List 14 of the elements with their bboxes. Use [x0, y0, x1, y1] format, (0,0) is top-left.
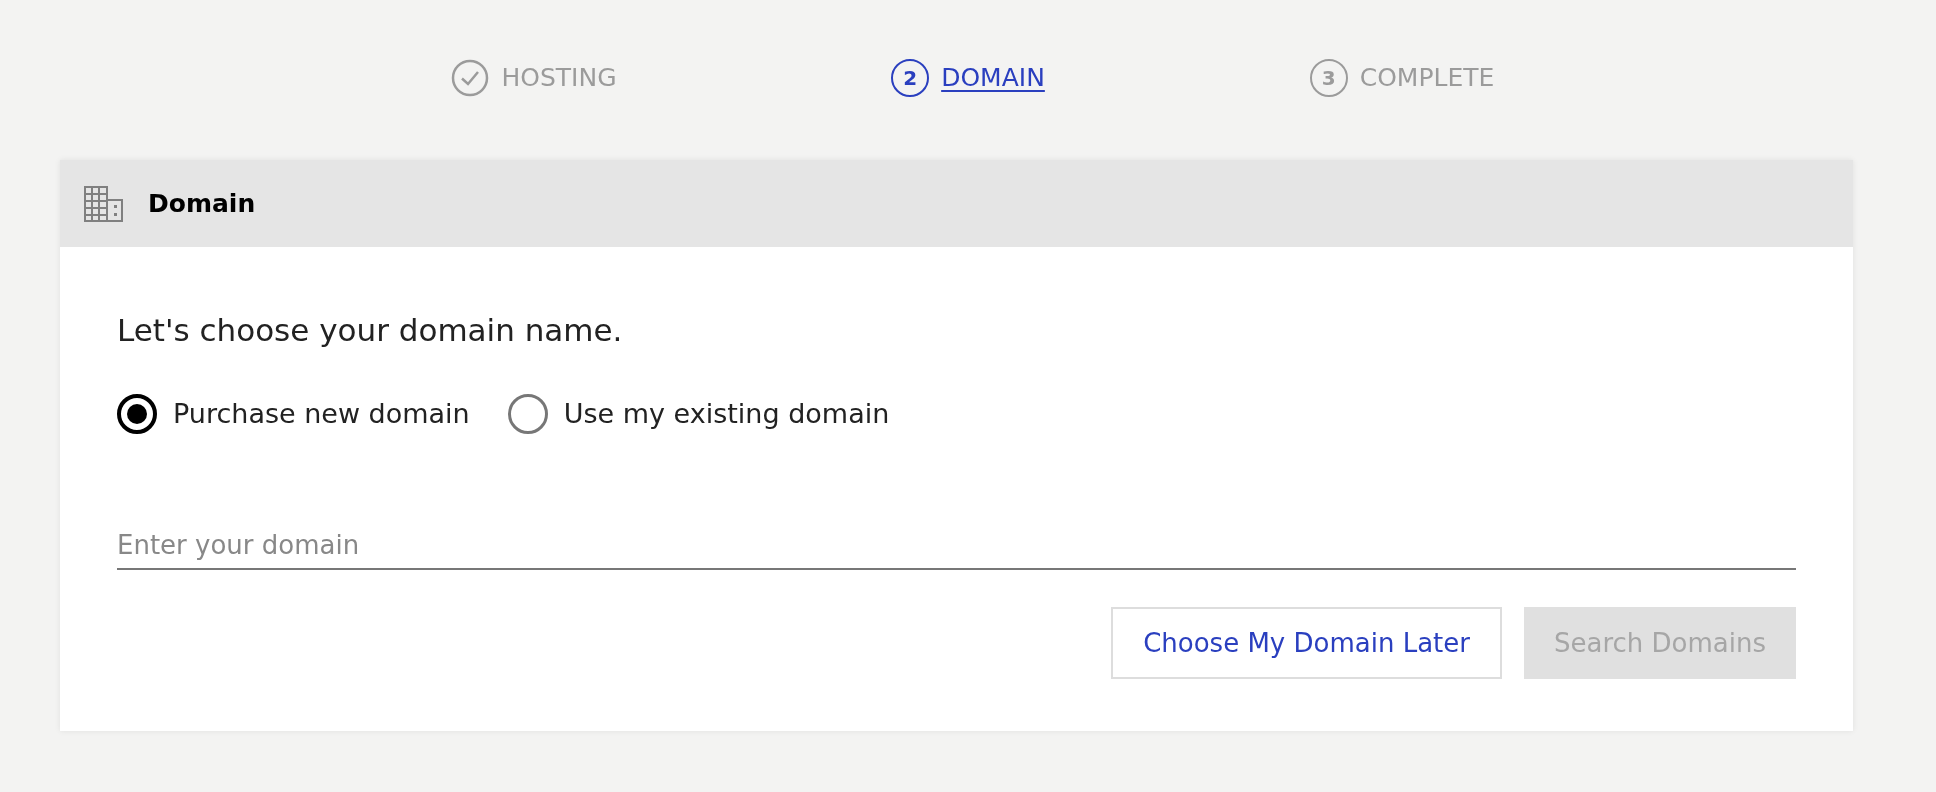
- radio-button[interactable]: [507, 393, 548, 434]
- building-icon: [84, 185, 124, 222]
- action-button[interactable]: Choose My Domain Later: [1111, 607, 1502, 679]
- step-number: 3: [1309, 59, 1348, 97]
- radio-label: Use my existing domain: [563, 396, 890, 431]
- radio-label: Purchase new domain: [173, 396, 470, 431]
- card-title: Domain: [148, 187, 256, 220]
- domain-input-field[interactable]: Enter your domain: [117, 522, 1796, 570]
- step-number: 2: [891, 59, 930, 97]
- step-link[interactable]: HOSTING: [501, 59, 617, 97]
- section-heading: Let's choose your domain name.: [117, 311, 624, 350]
- step-link[interactable]: COMPLETE: [1359, 59, 1495, 97]
- step-link[interactable]: DOMAIN: [941, 59, 1045, 97]
- radio-button[interactable]: [117, 393, 157, 434]
